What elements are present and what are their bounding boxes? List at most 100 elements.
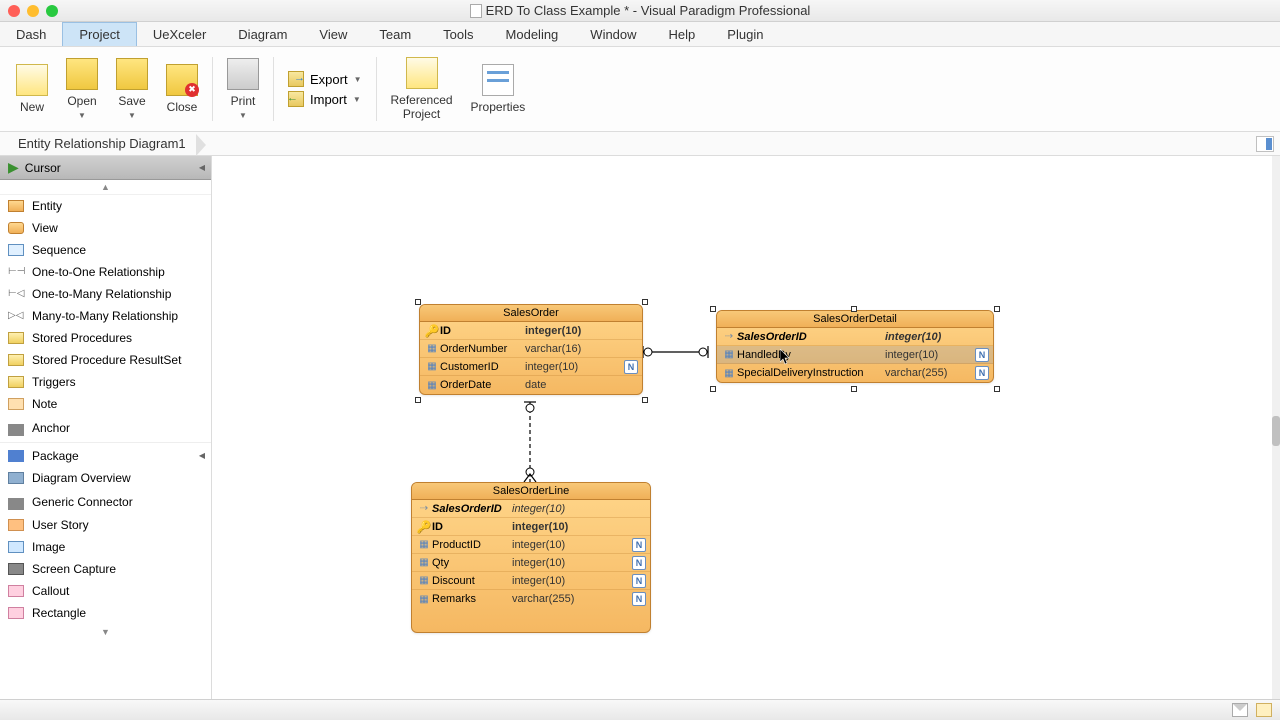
- selection-handle[interactable]: [415, 397, 421, 403]
- palette-scroll-down[interactable]: ▼: [0, 624, 211, 640]
- callout-icon: [8, 585, 24, 597]
- open-button[interactable]: Open ▼: [58, 50, 106, 128]
- column-row[interactable]: ▦ OrderNumber varchar(16): [420, 340, 642, 358]
- palette-callout[interactable]: Callout: [0, 580, 211, 602]
- entity-icon: [8, 200, 24, 212]
- tool-palette: ▶ Cursor ◀ ▲ Entity View Sequence ⊢⊣One-…: [0, 156, 212, 699]
- palette-one-to-many[interactable]: ⊢◁One-to-Many Relationship: [0, 283, 211, 305]
- selection-handle[interactable]: [642, 397, 648, 403]
- column-row[interactable]: ▦ Discount integer(10) N: [412, 572, 650, 590]
- selection-handle[interactable]: [710, 306, 716, 312]
- menu-help[interactable]: Help: [653, 22, 712, 46]
- export-button[interactable]: Export ▼: [288, 71, 362, 87]
- menu-dash[interactable]: Dash: [0, 22, 62, 46]
- note-icon[interactable]: [1256, 703, 1272, 717]
- selection-handle[interactable]: [710, 386, 716, 392]
- column-row[interactable]: ▦ Remarks varchar(255) N: [412, 590, 650, 608]
- palette-stored-procedure-resultset[interactable]: Stored Procedure ResultSet: [0, 349, 211, 371]
- column-row[interactable]: ⇢ SalesOrderID integer(10): [717, 328, 993, 346]
- palette-sequence[interactable]: Sequence: [0, 239, 211, 261]
- palette-diagram-overview[interactable]: Diagram Overview: [0, 467, 211, 489]
- separator: [273, 57, 274, 121]
- palette-user-story[interactable]: User Story: [0, 514, 211, 536]
- fk-icon: ⇢: [721, 331, 737, 342]
- nullable-badge: N: [632, 556, 646, 570]
- menu-uexceler[interactable]: UeXceler: [137, 22, 222, 46]
- import-button[interactable]: Import ▼: [288, 91, 362, 107]
- entity-salesorder[interactable]: SalesOrder 🔑 ID integer(10) ▦ OrderNumbe…: [419, 304, 643, 395]
- entity-title: SalesOrderLine: [412, 483, 650, 500]
- menu-window[interactable]: Window: [574, 22, 652, 46]
- separator: [376, 57, 377, 121]
- palette-package[interactable]: Package◀: [0, 445, 211, 467]
- nullable-badge: N: [975, 366, 989, 380]
- sequence-icon: [8, 244, 24, 256]
- palette-collapse-up[interactable]: ▲: [0, 180, 211, 195]
- nullable-badge: N: [624, 360, 638, 374]
- palette-stored-procedures[interactable]: Stored Procedures: [0, 327, 211, 349]
- column-row[interactable]: 🔑 ID integer(10): [420, 322, 642, 340]
- selection-handle[interactable]: [851, 386, 857, 392]
- palette-triggers[interactable]: Triggers: [0, 371, 211, 393]
- palette-one-to-one[interactable]: ⊢⊣One-to-One Relationship: [0, 261, 211, 283]
- selection-handle[interactable]: [415, 299, 421, 305]
- panel-toggle-icon[interactable]: [1256, 136, 1274, 152]
- column-row[interactable]: ▦ Qty integer(10) N: [412, 554, 650, 572]
- column-row[interactable]: ▦ SpecialDeliveryInstruction varchar(255…: [717, 364, 993, 382]
- breadcrumb-diagram[interactable]: Entity Relationship Diagram1: [10, 134, 206, 153]
- palette-cursor-tool[interactable]: ▶ Cursor ◀: [0, 156, 211, 180]
- new-icon: [16, 64, 48, 96]
- selection-handle[interactable]: [851, 306, 857, 312]
- column-row[interactable]: ⇢ SalesOrderID integer(10): [412, 500, 650, 518]
- palette-anchor[interactable]: Anchor: [0, 415, 211, 440]
- mail-icon[interactable]: [1232, 703, 1248, 717]
- column-row[interactable]: 🔑 ID integer(10): [412, 518, 650, 536]
- menu-team[interactable]: Team: [363, 22, 427, 46]
- one-to-one-icon: ⊢⊣: [8, 266, 24, 278]
- menu-view[interactable]: View: [303, 22, 363, 46]
- palette-many-to-many[interactable]: ▷◁Many-to-Many Relationship: [0, 305, 211, 327]
- scrollbar-thumb[interactable]: [1272, 416, 1280, 446]
- menu-project[interactable]: Project: [62, 22, 136, 46]
- menu-plugin[interactable]: Plugin: [711, 22, 779, 46]
- column-row[interactable]: ▦ OrderDate date: [420, 376, 642, 394]
- diagram-canvas[interactable]: SalesOrder 🔑 ID integer(10) ▦ OrderNumbe…: [212, 156, 1280, 699]
- palette-rectangle[interactable]: Rectangle: [0, 602, 211, 624]
- selection-handle[interactable]: [994, 386, 1000, 392]
- palette-note[interactable]: Note: [0, 393, 211, 415]
- entity-salesorderdetail[interactable]: SalesOrderDetail ⇢ SalesOrderID integer(…: [716, 310, 994, 383]
- chevron-down-icon: ▼: [353, 95, 361, 104]
- palette-generic-connector[interactable]: Generic Connector: [0, 489, 211, 514]
- palette-image[interactable]: Image: [0, 536, 211, 558]
- main-area: ▶ Cursor ◀ ▲ Entity View Sequence ⊢⊣One-…: [0, 156, 1280, 699]
- properties-icon: [482, 64, 514, 96]
- properties-button[interactable]: Properties: [463, 50, 534, 128]
- document-icon: [470, 4, 482, 18]
- column-row[interactable]: ▦ HandledBy integer(10) N: [717, 346, 993, 364]
- palette-screen-capture[interactable]: Screen Capture: [0, 558, 211, 580]
- menu-modeling[interactable]: Modeling: [490, 22, 575, 46]
- note-icon: [8, 398, 24, 410]
- column-row[interactable]: ▦ CustomerID integer(10) N: [420, 358, 642, 376]
- print-button[interactable]: Print ▼: [219, 50, 267, 128]
- column-row[interactable]: ▦ ProductID integer(10) N: [412, 536, 650, 554]
- referenced-project-button[interactable]: Referenced Project: [383, 50, 461, 128]
- column-icon: ▦: [416, 575, 432, 586]
- pk-icon: 🔑: [424, 324, 440, 338]
- canvas-scrollbar[interactable]: [1272, 156, 1280, 699]
- entity-salesorderline[interactable]: SalesOrderLine ⇢ SalesOrderID integer(10…: [411, 482, 651, 633]
- selection-handle[interactable]: [994, 306, 1000, 312]
- menu-diagram[interactable]: Diagram: [222, 22, 303, 46]
- overview-icon: [8, 472, 24, 484]
- save-button[interactable]: Save ▼: [108, 50, 156, 128]
- nullable-badge: N: [632, 592, 646, 606]
- anchor-icon: [8, 424, 24, 436]
- new-button[interactable]: New: [8, 50, 56, 128]
- selection-handle[interactable]: [642, 299, 648, 305]
- referenced-project-icon: [406, 57, 438, 89]
- palette-view[interactable]: View: [0, 217, 211, 239]
- palette-entity[interactable]: Entity: [0, 195, 211, 217]
- close-button[interactable]: Close: [158, 50, 206, 128]
- statusbar: [0, 699, 1280, 720]
- menu-tools[interactable]: Tools: [427, 22, 489, 46]
